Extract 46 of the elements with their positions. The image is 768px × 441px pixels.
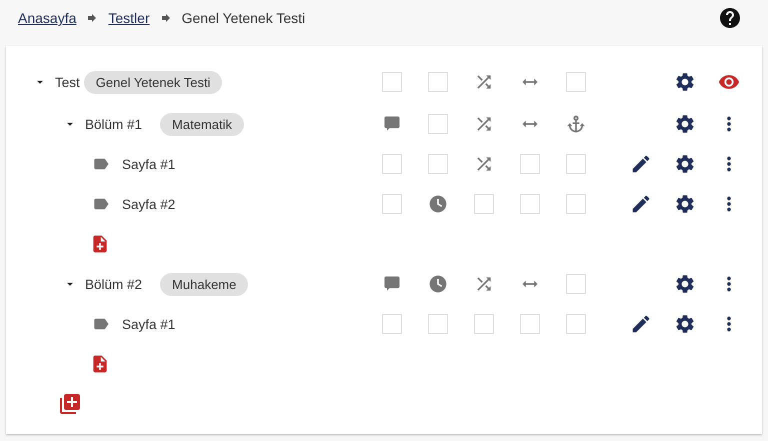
tag-chip: Matematik	[160, 112, 244, 136]
checkbox[interactable]	[520, 194, 540, 214]
checkbox[interactable]	[566, 274, 586, 294]
checkbox[interactable]	[520, 314, 540, 334]
checkbox[interactable]	[382, 72, 402, 92]
page-label[interactable]: Sayfa #1	[122, 316, 176, 332]
clock-icon[interactable]	[428, 194, 448, 214]
checkbox[interactable]	[382, 154, 402, 174]
help-icon[interactable]	[718, 6, 742, 30]
section-label: Bölüm #1	[85, 116, 142, 132]
pencil-icon[interactable]	[630, 153, 652, 175]
arrow-icon	[86, 12, 98, 24]
settings-icon[interactable]	[674, 153, 696, 175]
breadcrumb-link[interactable]: Testler	[108, 10, 150, 26]
settings-icon[interactable]	[674, 113, 696, 135]
pencil-icon[interactable]	[630, 313, 652, 335]
checkbox[interactable]	[566, 314, 586, 334]
settings-icon[interactable]	[674, 71, 696, 93]
checkbox[interactable]	[474, 314, 494, 334]
settings-icon[interactable]	[674, 273, 696, 295]
page-label[interactable]: Sayfa #2	[122, 196, 176, 212]
checkbox[interactable]	[382, 194, 402, 214]
breadcrumb-current: Genel Yetenek Testi	[182, 10, 306, 26]
add-section-icon[interactable]	[58, 392, 82, 416]
checkbox[interactable]	[428, 154, 448, 174]
settings-icon[interactable]	[674, 313, 696, 335]
anchor-icon[interactable]	[566, 114, 586, 134]
checkbox[interactable]	[428, 72, 448, 92]
checkbox[interactable]	[566, 72, 586, 92]
page-label[interactable]: Sayfa #1	[122, 156, 176, 172]
checkbox[interactable]	[520, 154, 540, 174]
section-label: Bölüm #2	[85, 276, 142, 292]
test-label: Test	[55, 74, 80, 90]
breadcrumb-link[interactable]: Anasayfa	[18, 10, 76, 26]
arrow-icon	[160, 12, 172, 24]
checkbox[interactable]	[566, 194, 586, 214]
clock-icon[interactable]	[428, 274, 448, 294]
tag-chip: Muhakeme	[160, 272, 248, 296]
checkbox[interactable]	[382, 314, 402, 334]
checkbox[interactable]	[428, 314, 448, 334]
pencil-icon[interactable]	[630, 193, 652, 215]
checkbox[interactable]	[566, 154, 586, 174]
checkbox[interactable]	[474, 194, 494, 214]
settings-icon[interactable]	[674, 193, 696, 215]
tag-chip: Genel Yetenek Testi	[84, 70, 222, 94]
checkbox[interactable]	[428, 114, 448, 134]
